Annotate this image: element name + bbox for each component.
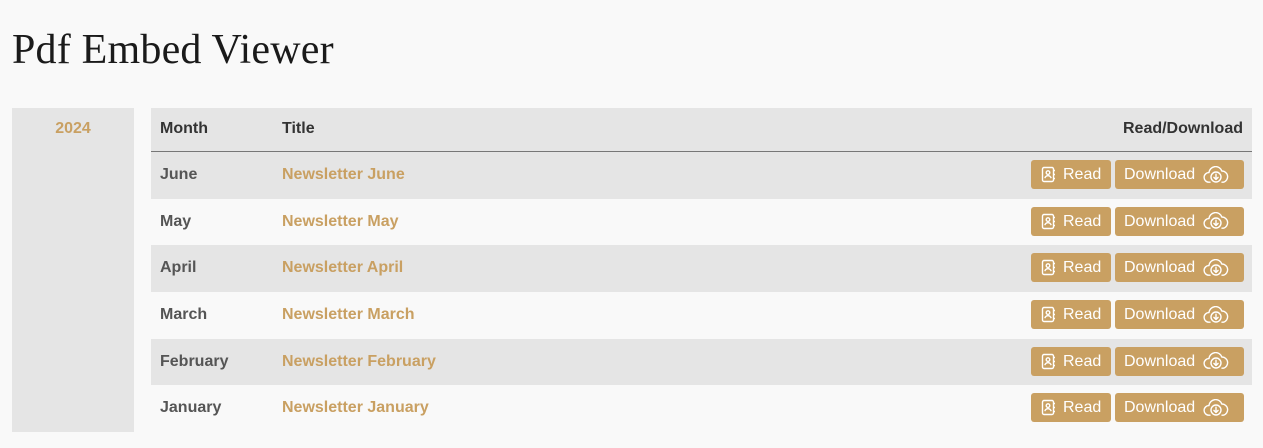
column-header-read-download: Read/Download: [1122, 120, 1243, 137]
table-row: February Newsletter February Read Download: [151, 338, 1252, 386]
download-button[interactable]: Download: [1115, 346, 1244, 376]
download-button-label: Download: [1124, 212, 1196, 230]
year-tabs: 2024: [12, 108, 134, 432]
newsletter-title-link[interactable]: Newsletter March: [282, 306, 415, 324]
read-button-label: Read: [1063, 306, 1102, 324]
newsletter-title-link[interactable]: Newsletter May: [282, 213, 399, 231]
column-header-title: Title: [282, 120, 315, 137]
read-button-label: Read: [1063, 352, 1102, 370]
newsletter-title-link[interactable]: Newsletter February: [282, 353, 436, 371]
book-contact-icon: [1040, 166, 1056, 183]
row-actions: Read Download: [1031, 160, 1244, 189]
table-row: May Newsletter May Read Download: [151, 199, 1252, 246]
download-button-label: Download: [1124, 399, 1196, 417]
column-header-month: Month: [160, 120, 208, 137]
row-actions: Read Download: [1031, 300, 1244, 330]
table-header: Month Title Read/Download: [151, 108, 1252, 152]
newsletter-table: Month Title Read/Download June Newsletter…: [151, 108, 1252, 432]
download-button[interactable]: Download: [1115, 253, 1244, 283]
month-cell: April: [160, 259, 197, 277]
year-tab-2024[interactable]: 2024: [12, 120, 134, 138]
read-button-label: Read: [1063, 212, 1102, 230]
read-button-label: Read: [1063, 259, 1102, 277]
table-row: January Newsletter January Read Download: [151, 385, 1252, 432]
book-contact-icon: [1040, 353, 1056, 370]
month-cell: February: [160, 352, 229, 370]
read-button[interactable]: Read: [1031, 253, 1111, 283]
newsletter-title-link[interactable]: Newsletter January: [282, 399, 429, 417]
download-button-label: Download: [1124, 306, 1196, 324]
row-actions: Read Download: [1031, 393, 1244, 423]
table-row: June Newsletter June Read Download: [151, 152, 1252, 199]
download-button-label: Download: [1124, 166, 1196, 183]
read-button[interactable]: Read: [1031, 300, 1111, 330]
download-button[interactable]: Download: [1115, 160, 1244, 189]
month-cell: June: [160, 166, 198, 183]
read-button[interactable]: Read: [1031, 346, 1111, 376]
row-actions: Read Download: [1031, 206, 1244, 236]
cloud-download-icon: [1203, 398, 1229, 417]
read-button[interactable]: Read: [1031, 206, 1111, 236]
book-contact-icon: [1040, 306, 1056, 323]
table-body: June Newsletter June Read Download May Newsle…: [151, 152, 1252, 432]
page-title: Pdf Embed Viewer: [12, 27, 334, 73]
row-actions: Read Download: [1031, 346, 1244, 376]
read-button[interactable]: Read: [1031, 160, 1111, 189]
cloud-download-icon: [1203, 212, 1229, 230]
cloud-download-icon: [1203, 352, 1229, 370]
newsletter-title-link[interactable]: Newsletter June: [282, 166, 405, 184]
read-button-label: Read: [1063, 399, 1102, 417]
book-contact-icon: [1040, 213, 1056, 230]
cloud-download-icon: [1203, 258, 1229, 277]
download-button[interactable]: Download: [1115, 393, 1244, 423]
newsletter-title-link[interactable]: Newsletter April: [282, 259, 403, 277]
download-button[interactable]: Download: [1115, 206, 1244, 236]
book-contact-icon: [1040, 399, 1056, 416]
month-cell: May: [160, 212, 192, 230]
table-row: April Newsletter April Read Download: [151, 245, 1252, 293]
download-button-label: Download: [1124, 352, 1196, 370]
read-button[interactable]: Read: [1031, 393, 1111, 423]
book-contact-icon: [1040, 259, 1056, 276]
row-actions: Read Download: [1031, 253, 1244, 283]
read-button-label: Read: [1063, 166, 1102, 183]
month-cell: January: [160, 399, 222, 417]
download-button-label: Download: [1124, 259, 1196, 277]
month-cell: March: [160, 306, 208, 324]
table-row: March Newsletter March Read Download: [151, 292, 1252, 339]
cloud-download-icon: [1203, 305, 1229, 324]
download-button[interactable]: Download: [1115, 300, 1244, 330]
cloud-download-icon: [1203, 165, 1229, 184]
